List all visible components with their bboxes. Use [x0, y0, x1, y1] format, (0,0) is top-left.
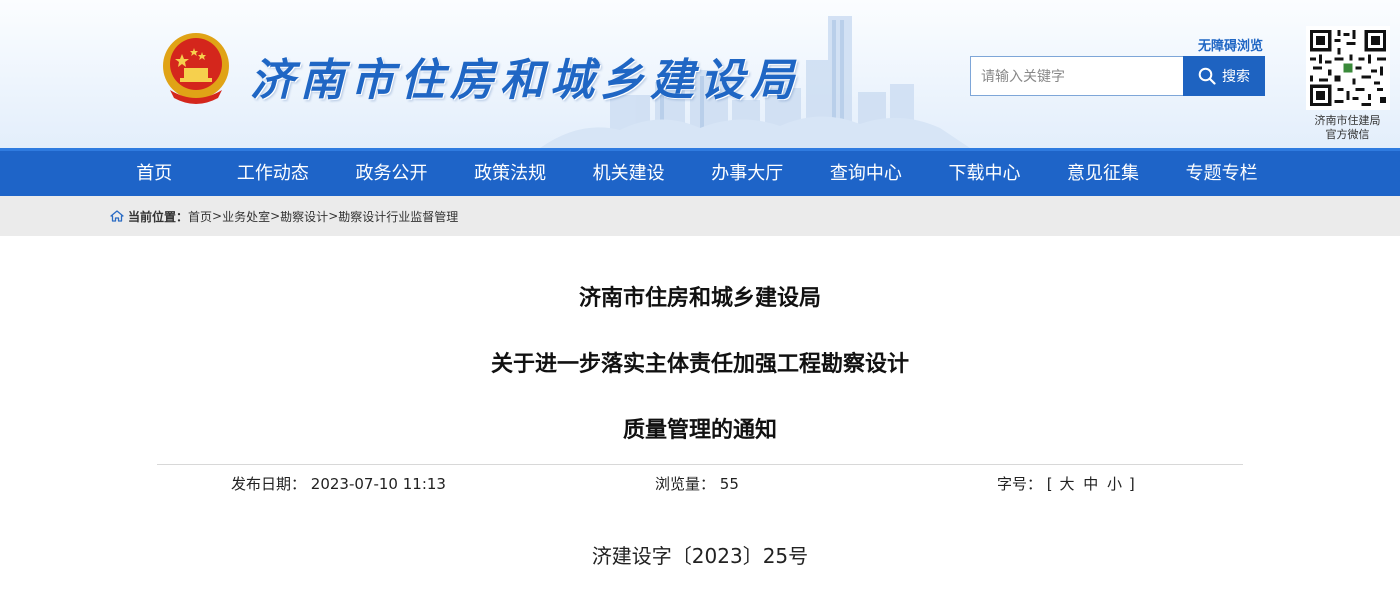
view-count-value: 55 [719, 475, 739, 493]
nav-item-query-center[interactable]: 查询中心 [807, 151, 926, 196]
search-button[interactable]: 搜索 [1183, 56, 1265, 96]
font-size-bracket-open: [ [1046, 475, 1053, 493]
font-size-large-button[interactable]: 大 [1057, 475, 1076, 493]
font-size-small-button[interactable]: 小 [1105, 475, 1124, 493]
search-button-label: 搜索 [1222, 68, 1250, 84]
publish-date-label: 发布日期： [231, 475, 307, 493]
nav-item-government-affairs[interactable]: 政务公开 [332, 151, 451, 196]
nav-item-download-center[interactable]: 下载中心 [925, 151, 1044, 196]
breadcrumb-bar: 当前位置： 首页 > 业务处室 > 勘察设计 > 勘察设计行业监督管理 [0, 196, 1400, 236]
site-header: 济南市住房和城乡建设局 无障碍浏览 搜索 [0, 0, 1400, 148]
nav-item-opinion-collection[interactable]: 意见征集 [1044, 151, 1163, 196]
home-icon [110, 210, 124, 222]
breadcrumb-separator: > [212, 209, 223, 223]
nav-item-policies[interactable]: 政策法规 [451, 151, 570, 196]
article-title: 济南市住房和城乡建设局 关于进一步落实主体责任加强工程勘察设计 质量管理的通知 [0, 236, 1400, 464]
wechat-qr-code-icon [1305, 26, 1390, 110]
search-box: 搜索 [970, 56, 1265, 96]
nav-item-organ-building[interactable]: 机关建设 [569, 151, 688, 196]
main-nav: 首页 工作动态 政务公开 政策法规 机关建设 办事大厅 查询中心 下载中心 意见… [0, 148, 1400, 196]
search-icon [1198, 67, 1216, 85]
font-size-medium-button[interactable]: 中 [1081, 475, 1100, 493]
breadcrumb-item-departments[interactable]: 业务处室 [222, 208, 270, 225]
article: 济南市住房和城乡建设局 关于进一步落实主体责任加强工程勘察设计 质量管理的通知 … [0, 236, 1400, 569]
font-size-selector: 字号： [ 大 中 小 ] [997, 473, 1135, 494]
view-count: 浏览量： 55 [655, 473, 739, 494]
qr-caption-line2: 官方微信 [1325, 128, 1370, 141]
font-size-label: 字号： [997, 475, 1043, 493]
accessible-browse-link[interactable]: 无障碍浏览 [1198, 35, 1263, 54]
breadcrumb-label: 当前位置： [128, 209, 189, 224]
view-count-label: 浏览量： [655, 475, 716, 493]
nav-list: 首页 工作动态 政务公开 政策法规 机关建设 办事大厅 查询中心 下载中心 意见… [95, 151, 1285, 196]
breadcrumb-separator: > [270, 209, 281, 223]
site-title: 济南市住房和城乡建设局 [250, 55, 800, 106]
article-title-line-1: 济南市住房和城乡建设局 [578, 286, 821, 311]
document-number: 济建设字〔2023〕25号 [591, 544, 809, 568]
nav-item-service-hall[interactable]: 办事大厅 [688, 151, 807, 196]
breadcrumb-item-survey-design[interactable]: 勘察设计 [280, 208, 328, 225]
qr-caption-line1: 济南市住建局 [1314, 114, 1381, 127]
nav-item-work-news[interactable]: 工作动态 [214, 151, 333, 196]
breadcrumb: 当前位置： 首页 > 业务处室 > 勘察设计 > 勘察设计行业监督管理 [110, 208, 458, 225]
article-title-line-2: 关于进一步落实主体责任加强工程勘察设计 [490, 352, 909, 377]
national-emblem-icon [163, 33, 229, 104]
article-title-line-3: 质量管理的通知 [622, 418, 777, 443]
article-meta: 发布日期： 2023-07-10 11:13 浏览量： 55 字号： [ 大 中… [157, 464, 1243, 502]
nav-item-home[interactable]: 首页 [95, 151, 214, 196]
nav-item-special-topics[interactable]: 专题专栏 [1162, 151, 1281, 196]
font-size-bracket-close: ] [1128, 475, 1135, 493]
breadcrumb-separator: > [328, 209, 339, 223]
publish-date: 发布日期： 2023-07-10 11:13 [231, 473, 446, 494]
publish-date-value: 2023-07-10 11:13 [310, 475, 446, 493]
breadcrumb-item-home[interactable]: 首页 [188, 208, 212, 225]
wechat-qr-block: 济南市住建局 官方微信 [1305, 26, 1390, 142]
breadcrumb-item-industry-supervision[interactable]: 勘察设计行业监督管理 [338, 208, 458, 225]
search-input[interactable] [970, 56, 1183, 96]
